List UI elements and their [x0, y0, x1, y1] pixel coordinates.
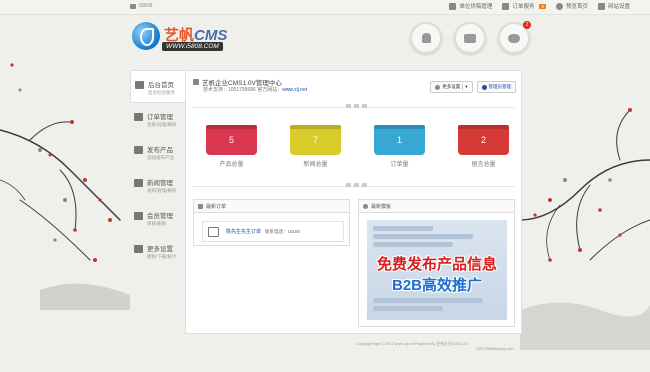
stat-flag: 2 — [458, 125, 509, 155]
ad-subheadline: B2B高效推广 — [391, 277, 482, 294]
mail-icon — [502, 2, 510, 10]
chart-icon — [134, 245, 143, 253]
delivery-button[interactable] — [454, 22, 486, 54]
sidebar: 后台首页 后台综合服务 订单管理 查看/处理/删除 发布产品 添加发布产品 新闻管理发… — [130, 70, 186, 268]
stat-flag: 7 — [290, 125, 341, 155]
logo: 艺帆CMS WWW.i5808.COM — [132, 22, 242, 58]
site-label: i5808 — [130, 3, 152, 9]
sidebar-item-members[interactable]: 会员管理 审核/删除 — [130, 202, 185, 235]
gear-icon — [435, 84, 441, 90]
megaphone-icon — [193, 79, 199, 85]
sidebar-item-more[interactable]: 更多设置 模板/下载/统计 — [130, 235, 185, 268]
support-info: 技术支持：1051758686 官方网站：www.xlj.net — [203, 87, 308, 93]
template-icon — [363, 203, 368, 209]
more-settings-button[interactable]: 更多设置 ▾ — [430, 81, 473, 93]
top-nav-manuscripts[interactable]: 单位供稿管理 — [449, 2, 492, 10]
chevron-down-icon: ▾ — [462, 84, 468, 90]
latest-template-box: 最新模板 免费发布产品信息 B2B高效推广 — [358, 199, 515, 327]
section-dots — [346, 104, 367, 108]
sidebar-item-news[interactable]: 新闻管理 发布/管理/删除 — [130, 169, 185, 202]
admin-manage-button[interactable]: 管理员管理 — [476, 81, 516, 93]
chat-icon — [508, 33, 520, 43]
cart-icon — [208, 226, 219, 237]
cloud-icon — [555, 2, 563, 10]
sidebar-item-orders[interactable]: 订单管理 查看/处理/删除 — [130, 103, 185, 136]
orders-icon — [198, 203, 203, 209]
main-panel: 艺帆企业CMS1.0V管理中心 技术支持：1051758686 官方网站：www… — [185, 70, 522, 334]
top-bar: i5808 单位供稿管理 订单服务 0 预览首页 网站设置 — [0, 0, 650, 15]
latest-order-box: 最新订单 陈先生先生订单 联系电话：18180 — [193, 199, 350, 246]
top-nav-preview[interactable]: 预览首页 — [555, 2, 588, 10]
stat-messages[interactable]: 2 留言总量 — [458, 125, 509, 168]
logo-mark-icon — [132, 22, 160, 50]
logo-url: WWW.i5808.COM — [162, 42, 223, 51]
ink-branch-left-decoration — [0, 63, 130, 310]
ink-branch-right-decoration — [520, 108, 650, 350]
news-icon — [134, 179, 143, 187]
latest-template-header: 最新模板 — [359, 200, 514, 213]
stats-row: 5 产品总量 7 新闻总量 1 订单量 2 留言总量 — [206, 125, 509, 168]
stat-flag: 5 — [206, 125, 257, 155]
members-icon — [134, 212, 143, 220]
template-preview-image[interactable]: 免费发布产品信息 B2B高效推广 — [367, 220, 507, 320]
section-dots — [346, 183, 367, 187]
stat-orders[interactable]: 1 订单量 — [374, 125, 425, 168]
admin-icon — [481, 84, 487, 90]
truck-icon — [464, 33, 476, 43]
mail-icon — [134, 113, 143, 121]
stat-news[interactable]: 7 新闻总量 — [290, 125, 341, 168]
messages-badge: 2 — [523, 21, 531, 29]
top-nav-orders[interactable]: 订单服务 0 — [502, 2, 546, 10]
top-nav: 单位供稿管理 订单服务 0 预览首页 网站设置 — [449, 2, 630, 10]
orders-badge: 0 — [539, 3, 546, 9]
panel-buttons: 更多设置 ▾ 管理员管理 — [430, 81, 516, 93]
messages-button[interactable]: 2 — [498, 21, 531, 54]
stat-products[interactable]: 5 产品总量 — [206, 125, 257, 168]
settings-sliders-icon — [597, 2, 605, 10]
order-item[interactable]: 陈先生先生订单 联系电话：18180 — [202, 221, 344, 242]
sidebar-item-products[interactable]: 发布产品 添加发布产品 — [130, 136, 185, 169]
chart-icon — [130, 3, 136, 9]
footer: Copyright fight © 2012 www.xlj.net Power… — [356, 342, 514, 351]
home-icon — [135, 81, 144, 89]
stat-flag: 1 — [374, 125, 425, 155]
top-nav-settings[interactable]: 网站设置 — [597, 2, 630, 10]
user-button[interactable] — [410, 22, 442, 54]
user-icon — [421, 33, 431, 43]
official-site-link[interactable]: www.xlj.net — [282, 87, 307, 93]
sidebar-item-home[interactable]: 后台首页 后台综合服务 — [130, 70, 186, 103]
edit-icon — [134, 146, 143, 154]
latest-order-header: 最新订单 — [194, 200, 349, 213]
document-icon — [449, 2, 457, 10]
ad-headline: 免费发布产品信息 — [376, 256, 497, 273]
quick-actions: 2 — [410, 21, 531, 54]
